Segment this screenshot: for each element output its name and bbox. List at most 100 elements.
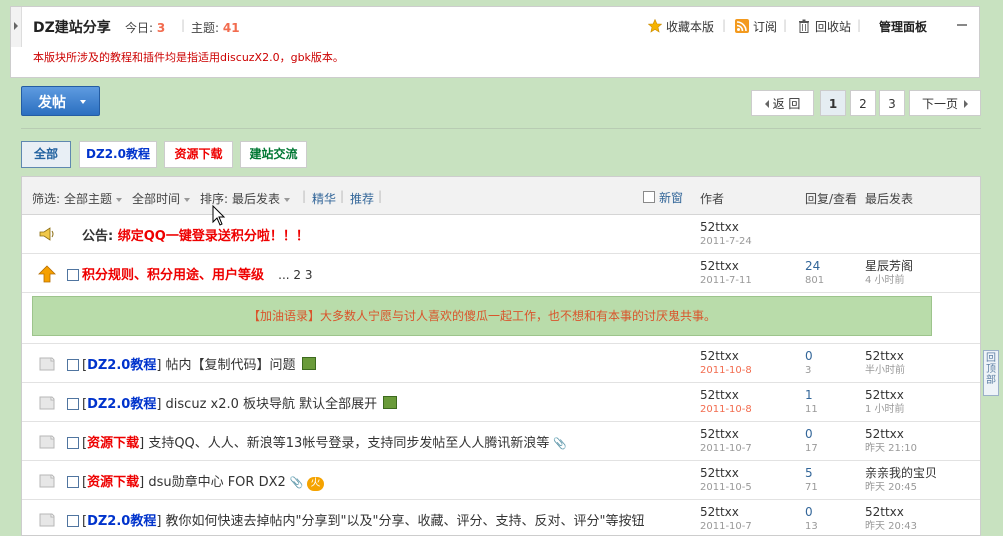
new-window-toggle[interactable]: 新窗 [643, 189, 683, 206]
pager-next-button[interactable]: 下一页 [909, 90, 981, 116]
pager-page-1[interactable]: 1 [820, 90, 846, 116]
author-name[interactable]: 52ttxx [700, 505, 739, 519]
last-poster[interactable]: 52ttxx [865, 349, 904, 363]
last-post-time[interactable]: 半小时前 [865, 364, 905, 378]
thread-category-link[interactable]: DZ2.0教程 [87, 358, 156, 373]
rss-icon [734, 19, 749, 33]
filter-all-time[interactable]: 全部时间 [132, 190, 191, 207]
post-date: 2011-10-7 [700, 521, 752, 532]
folder-icon [38, 472, 56, 488]
last-poster[interactable]: 星辰芳阁 [865, 259, 913, 273]
announcement-prefix: 公告: [82, 229, 114, 244]
thread-title-link[interactable]: 帖内【复制代码】问题 [166, 358, 296, 373]
filter-digest-link[interactable]: 精华 [312, 190, 336, 207]
last-poster[interactable]: 52ttxx [865, 388, 904, 402]
thread-title-link[interactable]: 积分规则、积分用途、用户等级 [82, 268, 264, 283]
new-window-checkbox[interactable] [643, 191, 655, 203]
thread-category-link[interactable]: DZ2.0教程 [87, 397, 156, 412]
thread-page-links[interactable]: ... 2 3 [278, 268, 312, 282]
tab-all[interactable]: 全部 [21, 141, 71, 168]
last-post-time[interactable]: 昨天 21:10 [865, 442, 917, 456]
motto-banner: 【加油语录】大多数人宁愿与讨人喜欢的傻瓜一起工作，也不想和有本事的讨厌鬼共事。 [32, 296, 932, 336]
megaphone-icon [38, 226, 56, 242]
thread-checkbox[interactable] [67, 437, 79, 449]
author-name[interactable]: 52ttxx [700, 427, 739, 441]
stat-divider: | [181, 18, 186, 32]
folder-icon [38, 394, 56, 410]
last-poster[interactable]: 52ttxx [865, 505, 904, 519]
minimize-icon[interactable] [957, 24, 967, 26]
thread-category-link[interactable]: 资源下载 [87, 436, 139, 451]
today-count: 3 [156, 21, 166, 35]
last-poster[interactable]: 亲亲我的宝贝 [865, 466, 937, 480]
thread-title-link[interactable]: dsu勋章中心 FOR DX2 [148, 475, 285, 490]
tab-resource-download[interactable]: 资源下载 [164, 141, 233, 168]
announcement-title[interactable]: 公告: 绑定QQ一键登录送积分啦！！！ [82, 225, 309, 244]
post-date: 2011-7-24 [700, 236, 752, 247]
reply-count[interactable]: 0 [805, 427, 818, 441]
last-poster[interactable]: 52ttxx [865, 427, 904, 441]
reply-count[interactable]: 0 [805, 349, 813, 363]
thread-checkbox[interactable] [67, 269, 79, 281]
collapse-sidebar-toggle[interactable] [11, 7, 22, 47]
author-name[interactable]: 52ttxx [700, 259, 739, 273]
thread-author: 52ttxx 2011-10-5 [700, 466, 752, 495]
thread-title-link[interactable]: discuz x2.0 板块导航 默认全部展开 [166, 397, 378, 412]
thread-author: 52ttxx 2011-10-8 [700, 388, 752, 417]
favorite-label: 收藏本版 [665, 20, 714, 34]
rss-link[interactable]: 订阅 [734, 18, 777, 35]
sort-last-post[interactable]: 最后发表 [232, 190, 291, 207]
thread-checkbox[interactable] [67, 515, 79, 527]
reply-count[interactable]: 1 [805, 388, 818, 402]
folder-icon [38, 511, 56, 527]
pager-next-label: 下一页 [921, 97, 958, 111]
pager-page-2[interactable]: 2 [850, 90, 876, 116]
back-to-top-button[interactable]: 回 顶部 [983, 350, 999, 396]
last-post: 52ttxx 半小时前 [865, 349, 905, 378]
recycle-bin-link[interactable]: 回收站 [797, 18, 851, 35]
thread-category-link[interactable]: 资源下载 [87, 475, 139, 490]
thread-checkbox[interactable] [67, 398, 79, 410]
pager-back-label: 返 回 [772, 97, 801, 111]
pager-page-3[interactable]: 3 [879, 90, 905, 116]
filter-all-threads[interactable]: 全部主题 [64, 190, 123, 207]
last-post-time[interactable]: 1 小时前 [865, 403, 905, 417]
folder-icon [38, 355, 56, 371]
last-post-time[interactable]: 昨天 20:43 [865, 520, 917, 534]
new-post-button[interactable]: 发帖 [21, 86, 100, 116]
thread-row: [资源下载] dsu勋章中心 FOR DX2 📎 火 52ttxx 2011-10-5 5… [22, 460, 980, 500]
favorite-forum-link[interactable]: 收藏本版 [647, 18, 714, 35]
thread-title-link[interactable]: 支持QQ、人人、新浪等13帐号登录，支持同步发帖至人人腾讯新浪等 [148, 436, 549, 451]
back-to-top-line2: 顶部 [986, 364, 996, 386]
category-bracket: ] [156, 358, 162, 373]
tab-site-talk[interactable]: 建站交流 [240, 141, 307, 168]
thread-checkbox[interactable] [67, 359, 79, 371]
pager-back-button[interactable]: 返 回 [751, 90, 814, 116]
tab-dz-tutorial[interactable]: DZ2.0教程 [79, 141, 157, 168]
thread-stats: 0 13 [805, 505, 818, 534]
author-name[interactable]: 52ttxx [700, 388, 739, 402]
author-name[interactable]: 52ttxx [700, 466, 739, 480]
last-post-time[interactable]: 昨天 20:45 [865, 481, 937, 495]
folder-icon [38, 433, 56, 449]
view-count: 3 [805, 365, 812, 376]
reply-count[interactable]: 5 [805, 466, 818, 480]
last-post-time[interactable]: 4 小时前 [865, 274, 913, 288]
back-to-top-line1: 回 [986, 353, 996, 364]
thread-row: [资源下载] 支持QQ、人人、新浪等13帐号登录，支持同步发帖至人人腾讯新浪等 📎… [22, 421, 980, 461]
filter-recommend-link[interactable]: 推荐 [350, 190, 374, 207]
mouse-cursor-icon [212, 205, 226, 226]
author-name[interactable]: 52ttxx [700, 349, 739, 363]
thread-stats: 24 801 [805, 259, 824, 288]
last-post: 52ttxx 1 小时前 [865, 388, 905, 417]
reply-count[interactable]: 24 [805, 259, 824, 273]
category-bracket: ] [139, 475, 145, 490]
announcement-author: 52ttxx 2011-7-24 [700, 220, 752, 249]
admin-panel-link[interactable]: 管理面板 [879, 18, 927, 35]
post-date: 2011-10-7 [700, 443, 752, 454]
reply-count[interactable]: 0 [805, 505, 818, 519]
author-name[interactable]: 52ttxx [700, 220, 739, 234]
threads-label: 主题: [191, 21, 220, 35]
thread-checkbox[interactable] [67, 476, 79, 488]
announcement-link[interactable]: 绑定QQ一键登录送积分啦！！！ [118, 229, 309, 244]
